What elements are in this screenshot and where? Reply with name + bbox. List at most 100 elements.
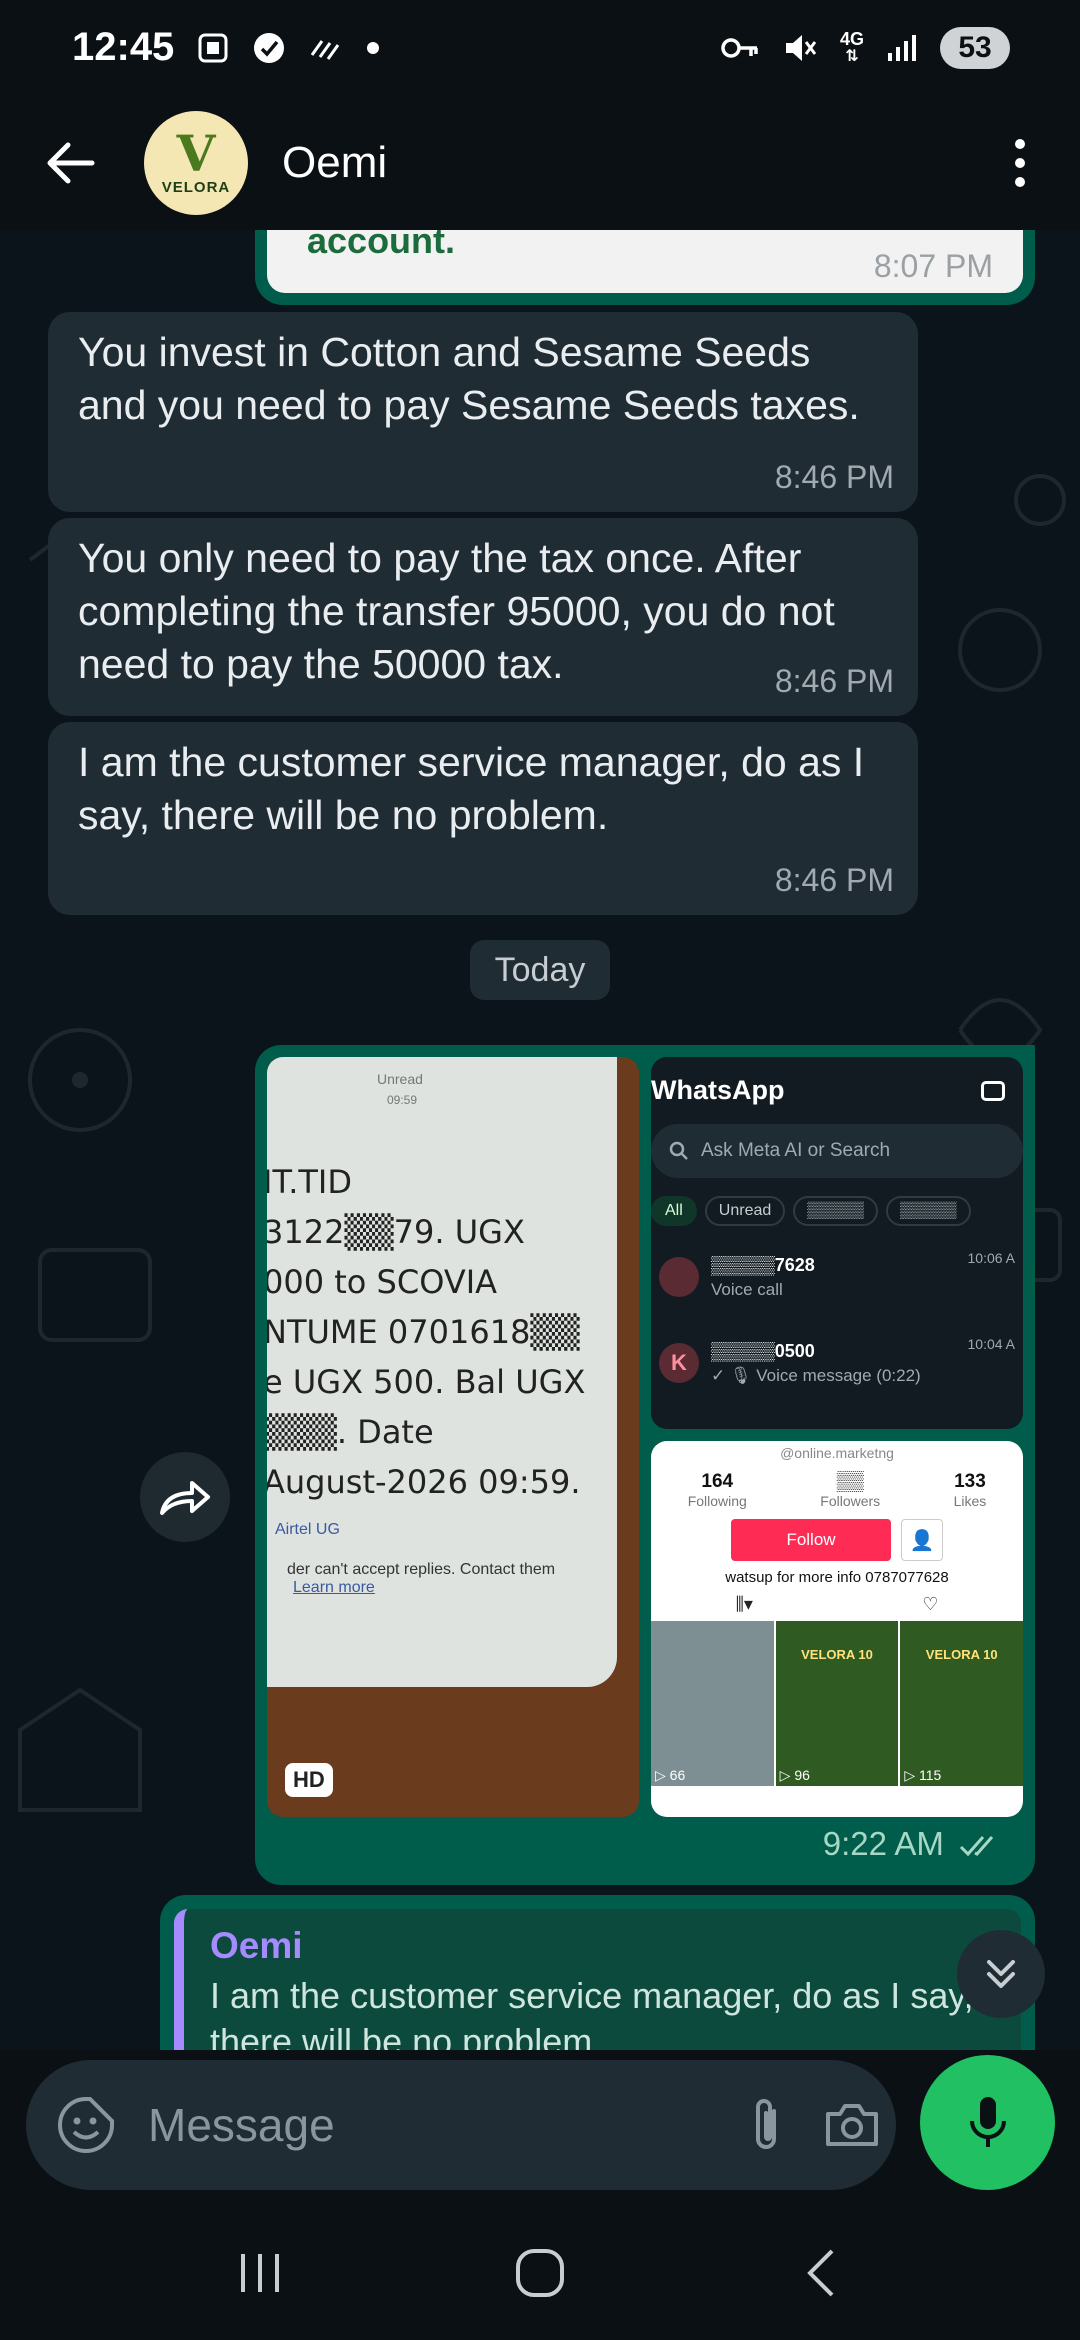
mini-chat-col: ▒▒▒▒▒7628 Voice call — [711, 1255, 956, 1300]
incoming-message[interactable]: You only need to pay the tax once. After… — [48, 518, 918, 716]
mini-chip: ▒▒▒▒▒ — [885, 1196, 971, 1226]
outgoing-media-message[interactable]: Unread 09:59 IT.TID 3122▒▒79. UGX 000 to… — [255, 1045, 1035, 1885]
chat-area[interactable]: account. 8:07 PM You invest in Cotton an… — [0, 230, 1080, 2050]
partial-text: account. — [307, 230, 456, 261]
message-time: 8:46 PM — [774, 862, 894, 898]
tt-thumb-views: ▷ 96 — [779, 1767, 810, 1783]
incoming-message[interactable]: You invest in Cotton and Sesame Seeds an… — [48, 312, 918, 512]
partial-image: account. 8:07 PM — [267, 230, 1023, 293]
search-icon — [669, 1141, 688, 1160]
tt-handle: @online.marketng — [780, 1445, 894, 1461]
tt-stat-num: 164 — [701, 1471, 734, 1492]
velora-logo-icon: V — [176, 124, 216, 183]
message-time: 8:46 PM — [774, 459, 894, 495]
quoted-message[interactable]: Oemi I am the customer service manager, … — [174, 1909, 1021, 2050]
signal-slash-icon — [308, 33, 344, 63]
tt-thumb-title: VELORA 10 — [925, 1647, 998, 1662]
tt-follow-button: Follow — [731, 1519, 891, 1561]
tt-actions: Follow 👤 — [651, 1519, 1023, 1561]
tt-stat-num: ▒▒ — [836, 1471, 864, 1492]
message-time: 8:07 PM — [873, 248, 993, 284]
tt-video-grid: ▷ 66 VELORA 10 ▷ 96 VELORA 10 ▷ 115 — [651, 1621, 1023, 1786]
network-type-label: 4G — [839, 28, 864, 49]
mini-search-placeholder: Ask Meta AI or Search — [701, 1140, 891, 1161]
forward-icon — [160, 1481, 210, 1515]
sms-line: 000 to SCOVIA — [267, 1263, 498, 1301]
tt-thumb-title: VELORA 10 — [801, 1647, 873, 1662]
mini-chip: All — [651, 1196, 697, 1226]
chevron-left-icon — [807, 2249, 834, 2296]
date-divider: Today — [470, 940, 610, 1000]
sms-line: ▒▒▒. Date — [267, 1413, 434, 1451]
sms-line: IT.TID — [267, 1163, 352, 1201]
mini-search-bar: Ask Meta AI or Search — [651, 1124, 1023, 1178]
message-time: 8:46 PM — [774, 663, 894, 699]
status-bar: 12:45 4G ⇅ 53 — [0, 0, 1080, 95]
mini-chat-name: ▒▒▒▒▒0500 — [711, 1340, 815, 1361]
mini-chat-time: 10:04 A — [967, 1336, 1016, 1352]
scroll-to-bottom-button[interactable] — [957, 1930, 1045, 2018]
tt-stat: 164 Following — [688, 1471, 747, 1509]
message-input[interactable] — [148, 2098, 746, 2152]
message-time: 9:22 AM — [822, 1825, 944, 1862]
sms-unread-time: 09:59 — [387, 1093, 418, 1107]
status-time: 12:45 — [72, 25, 175, 69]
tt-thumb-views: ▷ 115 — [904, 1767, 942, 1783]
tt-video-thumb: ▷ 66 — [651, 1621, 774, 1786]
mini-title: WhatsApp — [651, 1075, 785, 1105]
tiktok-screenshot[interactable]: @online.marketng 164 Following ▒▒ Follow… — [651, 1441, 1023, 1817]
message-text: You invest in Cotton and Sesame Seeds an… — [78, 329, 860, 428]
contact-avatar[interactable]: V VELORA — [144, 110, 248, 215]
mini-chat-time: 10:06 A — [967, 1250, 1016, 1266]
mini-avatar — [659, 1257, 699, 1297]
sms-line: NTUME 0701618▒▒ — [267, 1313, 580, 1351]
message-text: You only need to pay the tax once. After… — [78, 535, 835, 687]
attach-button[interactable] — [746, 2085, 786, 2165]
add-friend-icon: 👤 — [901, 1519, 943, 1561]
sms-line: August-2026 09:59. — [267, 1463, 581, 1501]
forward-button[interactable] — [140, 1452, 230, 1542]
camera-icon — [826, 2104, 878, 2146]
sms-learn-more-link: Learn more — [293, 1579, 375, 1596]
recent-apps-icon — [241, 2253, 279, 2292]
mini-chat-sub: Voice call — [711, 1279, 783, 1299]
grid-icon: ⫼▾ — [735, 1594, 753, 1614]
tt-stat-label: Likes — [953, 1493, 987, 1509]
system-navigation-bar — [0, 2205, 1080, 2340]
dot-icon — [1015, 157, 1025, 168]
dot-icon — [1015, 138, 1025, 149]
sms-photo[interactable]: Unread 09:59 IT.TID 3122▒▒79. UGX 000 to… — [267, 1057, 639, 1817]
microphone-icon — [969, 2096, 1006, 2147]
camera-button[interactable] — [822, 2085, 882, 2165]
sticker-smiley-icon — [58, 2097, 114, 2153]
tt-stat: 133 Likes — [954, 1471, 987, 1509]
signal-bars-icon — [886, 33, 918, 63]
more-options-button[interactable] — [990, 123, 1050, 203]
back-button[interactable] — [30, 123, 110, 203]
mini-chat-name: ▒▒▒▒▒7628 — [711, 1254, 815, 1275]
partial-outgoing-bubble[interactable]: account. 8:07 PM — [255, 230, 1035, 305]
recent-apps-button[interactable] — [210, 2223, 310, 2323]
double-chevron-down-icon — [987, 1960, 1015, 1988]
mini-header: WhatsApp — [651, 1057, 1023, 1116]
mini-chat-row: K ▒▒▒▒▒0500 ✓ 🎙 Voice message (0:22) 10:… — [651, 1320, 1023, 1406]
contact-name[interactable]: Oemi — [282, 138, 990, 188]
nav-back-button[interactable] — [770, 2223, 870, 2323]
tt-stat: ▒▒ Followers — [820, 1471, 880, 1509]
outgoing-reply-message[interactable]: Oemi I am the customer service manager, … — [160, 1895, 1035, 2050]
home-button[interactable] — [490, 2223, 590, 2323]
voice-message-button[interactable] — [920, 2055, 1055, 2190]
incoming-message[interactable]: I am the customer service manager, do as… — [48, 722, 918, 915]
emoji-sticker-button[interactable] — [56, 2090, 116, 2160]
input-pill[interactable] — [26, 2060, 896, 2190]
sms-line: e UGX 500. Bal UGX — [267, 1363, 586, 1401]
tt-stat-label: Following — [687, 1493, 747, 1509]
tt-video-thumb: VELORA 10 ▷ 96 — [775, 1621, 899, 1786]
arrow-left-icon — [47, 142, 95, 183]
whatsapp-screenshot[interactable]: WhatsApp Ask Meta AI or Search All Unrea… — [651, 1057, 1023, 1429]
network-type-icon: 4G ⇅ — [839, 28, 864, 65]
tt-thumb-views: ▷ 66 — [655, 1767, 686, 1783]
double-check-icon — [959, 1836, 994, 1857]
camera-icon — [981, 1080, 1005, 1101]
mini-chip: ▒▒▒▒▒ — [793, 1196, 878, 1226]
